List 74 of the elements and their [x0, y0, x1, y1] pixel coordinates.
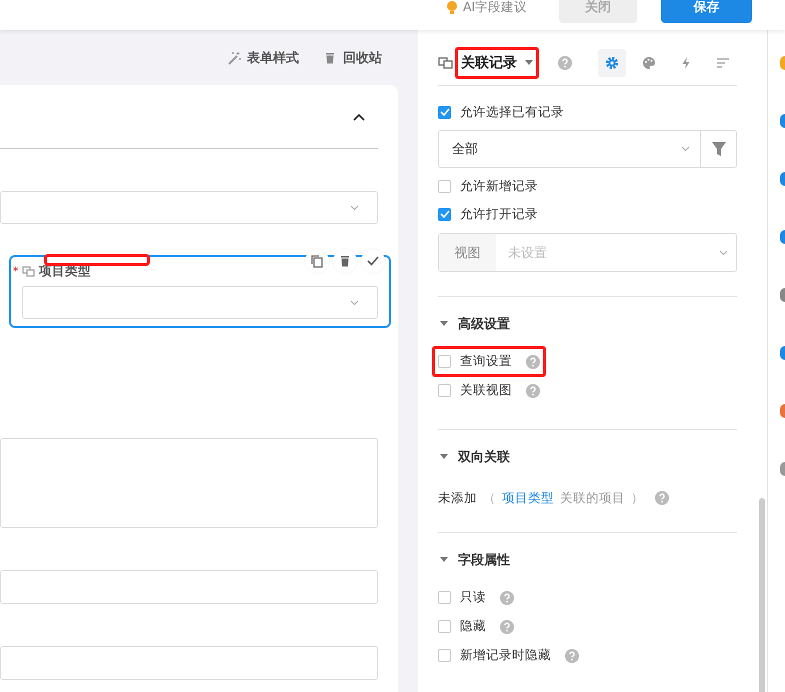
app-icon[interactable]	[780, 288, 785, 302]
section-header[interactable]: 双向关联	[438, 448, 737, 466]
checkbox-label: 只读	[460, 589, 486, 606]
check-icon	[366, 254, 380, 268]
section-header[interactable]: 高级设置	[438, 315, 737, 333]
help-icon[interactable]	[558, 56, 572, 70]
app-icon[interactable]	[780, 114, 785, 128]
ai-suggest-button[interactable]: AI字段建议	[445, 0, 559, 15]
select-field[interactable]	[22, 286, 378, 319]
field-type-title[interactable]: 关联记录	[461, 54, 517, 72]
check-icon	[440, 210, 450, 218]
link-icon	[438, 56, 453, 68]
relation-text: 关联的项目	[560, 490, 625, 506]
checkbox[interactable]	[438, 649, 451, 662]
help-icon[interactable]	[500, 620, 514, 634]
checkbox-label: 隐藏	[460, 618, 486, 635]
check-icon	[440, 108, 450, 116]
settings-icon	[605, 56, 619, 70]
paren: ）	[631, 490, 644, 506]
select-field[interactable]	[0, 191, 378, 224]
checkbox[interactable]	[438, 180, 451, 192]
wand-icon	[227, 50, 241, 64]
help-icon[interactable]	[526, 354, 540, 368]
caret-down-icon[interactable]	[525, 60, 533, 66]
checkbox[interactable]	[438, 591, 451, 604]
checkbox[interactable]	[438, 208, 451, 220]
checkbox-label: 允许新增记录	[460, 178, 538, 194]
check-button[interactable]	[361, 249, 385, 273]
link-icon	[22, 266, 36, 277]
chevron-down-icon	[350, 204, 359, 210]
trash-icon	[323, 50, 337, 64]
status-text: 未添加	[438, 490, 477, 506]
checkbox-label: 查询设置	[460, 353, 512, 370]
input-field[interactable]	[0, 570, 378, 604]
lightbulb-icon	[445, 0, 459, 16]
chevron-down-icon	[350, 300, 359, 306]
scrollbar-thumb[interactable]	[759, 498, 765, 692]
section-header[interactable]: 字段属性	[438, 551, 737, 569]
input-field[interactable]	[0, 646, 378, 680]
chevron-up-icon[interactable]	[353, 112, 365, 120]
trash-button[interactable]	[333, 249, 357, 273]
checkbox[interactable]	[438, 106, 451, 118]
sort-lines-icon	[716, 56, 730, 70]
form-style-button[interactable]: 表单样式	[227, 48, 299, 66]
caret-down-icon[interactable]	[440, 321, 448, 327]
app-icon[interactable]	[780, 56, 785, 70]
help-icon[interactable]	[500, 590, 514, 604]
save-button[interactable]: 保存	[661, 0, 752, 23]
copy-icon	[310, 254, 324, 268]
help-icon[interactable]	[565, 648, 579, 662]
checkbox-label: 允许打开记录	[460, 206, 538, 222]
checkbox-label: 新增记录时隐藏	[460, 647, 551, 664]
recycle-bin-button[interactable]: 回收站	[323, 48, 382, 66]
checkbox[interactable]	[438, 355, 451, 368]
checkbox[interactable]	[438, 384, 451, 397]
caret-down-icon[interactable]	[440, 557, 448, 563]
app-icon[interactable]	[780, 172, 785, 186]
app-icon[interactable]	[780, 462, 785, 476]
caret-down-icon[interactable]	[440, 454, 448, 460]
checkbox[interactable]	[438, 620, 451, 633]
required-mark: *	[13, 266, 18, 277]
help-icon[interactable]	[655, 491, 669, 505]
palette-icon	[642, 56, 656, 70]
field-link[interactable]: 项目类型	[502, 490, 554, 506]
copy-button[interactable]	[305, 249, 329, 273]
trash-icon	[338, 254, 352, 268]
checkbox-label: 关联视图	[460, 382, 512, 399]
app-icon[interactable]	[780, 230, 785, 244]
help-icon[interactable]	[526, 384, 540, 398]
app-icon[interactable]	[780, 346, 785, 360]
settings-tab[interactable]	[598, 48, 626, 76]
paren: （	[483, 490, 496, 506]
checkbox-label: 允许选择已有记录	[460, 104, 564, 120]
app-icon[interactable]	[780, 404, 785, 418]
